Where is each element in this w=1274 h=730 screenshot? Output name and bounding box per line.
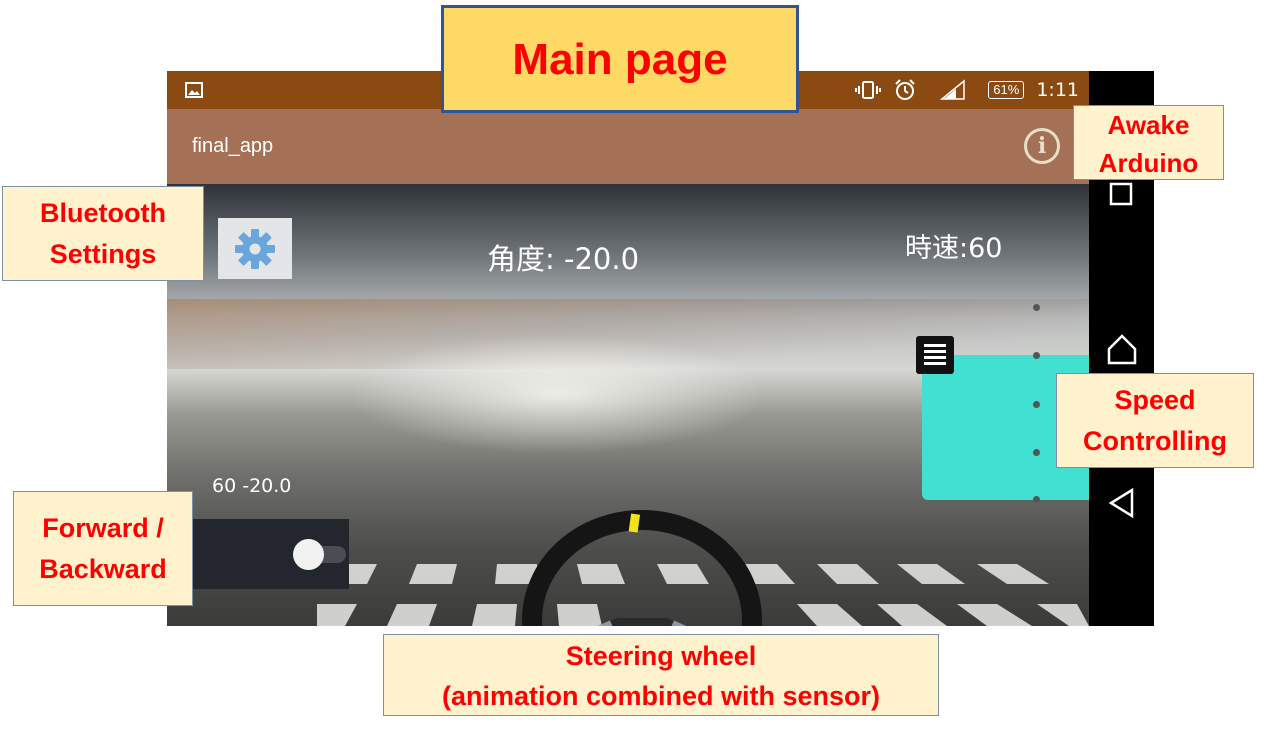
annotation-awake-arduino: Awake Arduino xyxy=(1073,105,1224,180)
values-readout: 60 -20.0 xyxy=(212,475,292,497)
angle-readout: 角度: -20.0 xyxy=(487,242,640,276)
image-icon xyxy=(185,82,203,98)
back-icon[interactable] xyxy=(1108,487,1136,519)
slider-tick xyxy=(1033,352,1040,359)
annotation-line: Awake xyxy=(1107,110,1190,140)
annotation-forward-backward: Forward / Backward xyxy=(13,491,193,606)
status-time: 1:11 xyxy=(1036,79,1079,101)
annotation-line: Steering wheel xyxy=(565,641,757,671)
direction-switch-knob[interactable] xyxy=(293,539,324,570)
annotation-line: (animation combined with sensor) xyxy=(441,681,881,711)
app-bar: final_app xyxy=(167,109,1089,184)
bluetooth-settings-button[interactable] xyxy=(218,218,292,279)
annotation-bluetooth-settings: Bluetooth Settings xyxy=(2,186,204,281)
annotation-line: Arduino xyxy=(1098,148,1199,178)
slider-tick xyxy=(1033,401,1040,408)
speed-readout: 時速:60 xyxy=(905,233,1003,264)
annotation-line: Backward xyxy=(39,554,167,584)
race-track-background: 角度: -20.0 時速:60 60 -20.0 xyxy=(167,184,1089,626)
direction-toggle-panel xyxy=(193,519,349,589)
gear-icon xyxy=(235,228,275,269)
alarm-icon xyxy=(895,79,916,100)
annotation-steering-wheel: Steering wheel (animation combined with … xyxy=(383,634,939,716)
annotation-line: Settings xyxy=(49,239,157,269)
battery-icon: 61% xyxy=(988,81,1025,99)
slider-tick xyxy=(1033,449,1040,456)
home-icon[interactable] xyxy=(1106,333,1138,365)
slider-handle-icon[interactable] xyxy=(916,336,954,374)
horizon-glow xyxy=(347,334,767,454)
slider-tick xyxy=(1033,496,1040,503)
steering-wheel xyxy=(522,510,762,626)
annotation-line: Bluetooth xyxy=(40,198,166,228)
phone-screen: 61% 1:11 final_app i 角度: -20.0 時速:60 60 … xyxy=(167,71,1154,626)
info-icon[interactable]: i xyxy=(1024,128,1060,164)
annotation-line: Controlling xyxy=(1083,426,1227,456)
vibrate-icon xyxy=(855,81,882,99)
slider-tick xyxy=(1033,304,1040,311)
annotation-speed-controlling: Speed Controlling xyxy=(1056,373,1254,468)
app-title: final_app xyxy=(192,135,274,157)
recents-icon[interactable] xyxy=(1109,182,1133,206)
annotation-line: Speed xyxy=(1114,385,1196,415)
annotation-line: Forward / xyxy=(42,513,164,543)
page-title: Main page xyxy=(441,5,799,113)
signal-icon xyxy=(940,79,966,100)
